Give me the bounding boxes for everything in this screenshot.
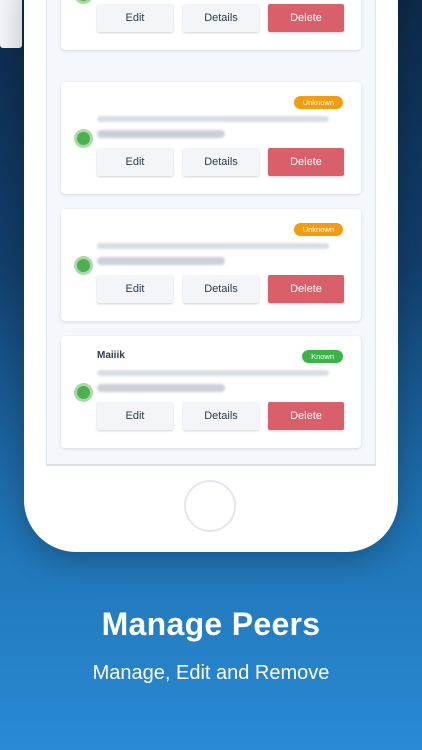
peer-card: Unknown Edit Details Delete [61, 82, 361, 194]
edit-button[interactable]: Edit [97, 148, 173, 176]
details-button[interactable]: Details [183, 275, 259, 303]
public-key-blurred [97, 116, 329, 122]
delete-button[interactable]: Delete [268, 275, 344, 303]
online-status-icon [77, 386, 90, 399]
details-button[interactable]: Details [183, 402, 259, 430]
address-blurred [97, 384, 225, 392]
peer-card: Unknown Edit Details Delete [61, 209, 361, 321]
peer-card: Maiiik Known Edit Details Delete [61, 336, 361, 448]
status-badge: Unknown [293, 96, 343, 109]
address-blurred [97, 130, 225, 138]
delete-button[interactable]: Delete [268, 402, 344, 430]
promo-title: Manage Peers [101, 606, 321, 642]
peer-list-screen[interactable]: Edit Details Delete Unknown Edit Details… [46, 0, 376, 466]
online-status-icon [77, 0, 90, 1]
address-blurred [97, 257, 225, 265]
edit-button[interactable]: Edit [97, 4, 173, 32]
delete-button[interactable]: Delete [268, 4, 344, 32]
delete-button[interactable]: Delete [268, 148, 344, 176]
background-edge [0, 0, 22, 48]
public-key-blurred [97, 370, 329, 376]
public-key-blurred [97, 243, 329, 249]
promo-subtitle: Manage, Edit and Remove [92, 662, 330, 684]
peer-name: Maiiik [97, 350, 125, 361]
online-status-icon [77, 132, 90, 145]
home-button[interactable] [184, 480, 236, 532]
phone-frame: Edit Details Delete Unknown Edit Details… [24, 0, 398, 552]
status-badge: Unknown [293, 223, 343, 236]
status-badge: Known [302, 350, 343, 363]
details-button[interactable]: Details [183, 4, 259, 32]
details-button[interactable]: Details [183, 148, 259, 176]
peer-card: Edit Details Delete [61, 0, 361, 50]
online-status-icon [77, 259, 90, 272]
edit-button[interactable]: Edit [97, 275, 173, 303]
edit-button[interactable]: Edit [97, 402, 173, 430]
